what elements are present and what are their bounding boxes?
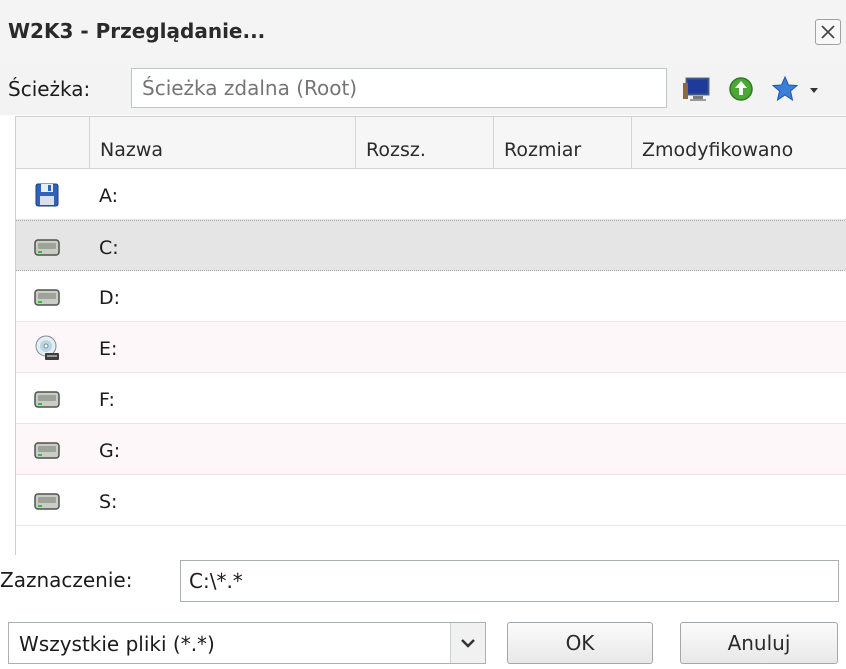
hard-drive-icon (33, 233, 61, 261)
drive-name: A: (99, 185, 119, 207)
selection-input[interactable] (180, 560, 839, 602)
drive-name: C: (99, 237, 119, 259)
drive-name: E: (99, 338, 118, 360)
ok-button[interactable]: OK (507, 622, 653, 664)
table-row[interactable]: C: (16, 220, 846, 271)
table-row[interactable]: S: (16, 475, 846, 526)
column-header-modified[interactable]: Zmodyfikowano (632, 117, 846, 169)
table-row[interactable]: A: (16, 169, 846, 220)
selection-label: Zaznaczenie: (0, 568, 133, 592)
table-row[interactable]: G: (16, 424, 846, 475)
floppy-drive-icon (33, 181, 61, 209)
close-icon (821, 25, 835, 39)
file-list: Nazwa Rozsz. Rozmiar Zmodyfikowano A: C:… (15, 116, 846, 555)
browse-dialog: W2K3 - Przeglądanie... Ścieżka: Ścieżka … (0, 0, 846, 669)
drive-name: F: (99, 389, 115, 411)
column-header-extension[interactable]: Rozsz. (356, 117, 494, 169)
hard-drive-icon (33, 283, 61, 311)
drive-name: D: (99, 287, 121, 309)
column-header-name[interactable]: Nazwa (90, 117, 356, 169)
path-input[interactable] (131, 68, 667, 108)
close-button[interactable] (815, 19, 841, 45)
drive-name: S: (99, 491, 118, 513)
go-up-icon[interactable] (727, 74, 757, 104)
table-row[interactable]: F: (16, 373, 846, 424)
dropdown-arrow-icon[interactable] (806, 74, 822, 104)
chevron-down-icon (461, 639, 475, 648)
column-header-size[interactable]: Rozmiar (494, 117, 632, 169)
title-bar: W2K3 - Przeglądanie... (0, 0, 846, 64)
file-type-select[interactable]: Wszystkie pliki (*.*) (8, 622, 486, 664)
window-title: W2K3 - Przeglądanie... (8, 19, 266, 43)
select-dropdown-button[interactable] (450, 623, 485, 663)
drive-name: G: (99, 440, 121, 462)
favorites-star-icon[interactable] (770, 74, 800, 104)
hard-drive-icon (33, 385, 61, 413)
hard-drive-icon (33, 436, 61, 464)
cd-drive-icon (33, 334, 61, 362)
cancel-button[interactable]: Anuluj (680, 622, 838, 664)
table-row[interactable]: D: (16, 271, 846, 322)
column-header-icon[interactable] (16, 117, 90, 169)
path-label: Ścieżka: (8, 77, 91, 101)
desktop-icon[interactable] (683, 74, 713, 104)
table-row[interactable]: E: (16, 322, 846, 373)
hard-drive-icon (33, 487, 61, 515)
file-type-value: Wszystkie pliki (*.*) (19, 632, 215, 656)
